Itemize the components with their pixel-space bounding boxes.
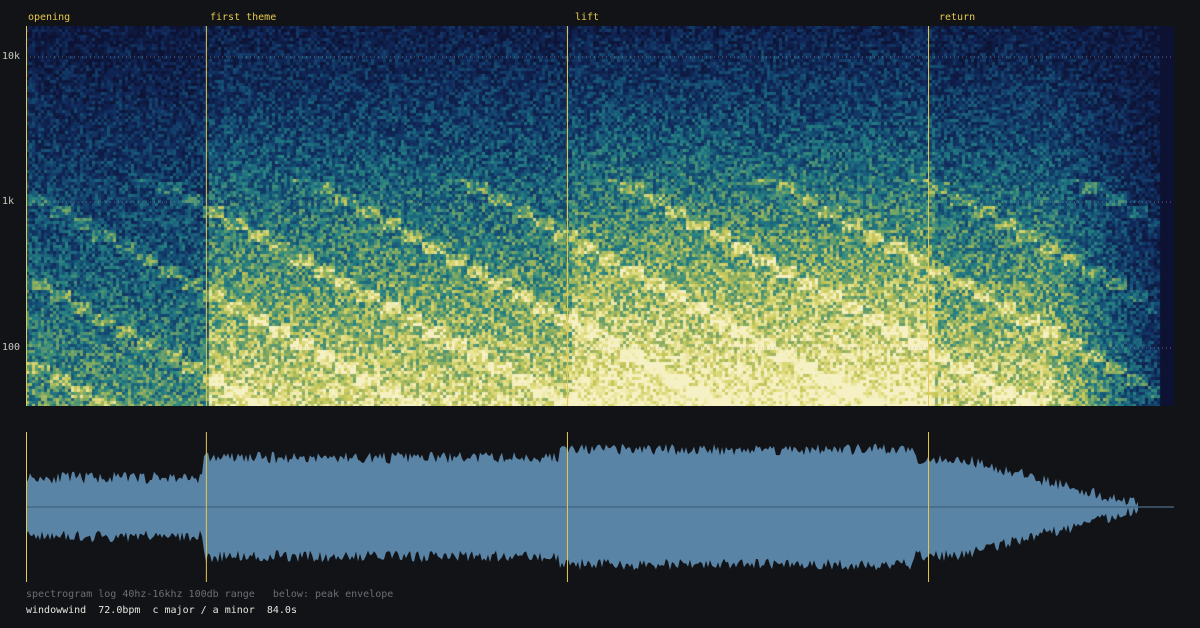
spectrogram-info: spectrogram log 40hz-16khz 100db range b… (26, 589, 394, 600)
section-label-lift: lift (575, 12, 600, 23)
duration-value: 84.0s (266, 605, 297, 616)
section-label-first-theme: first theme (210, 12, 277, 23)
freq-label-10k: 10k (2, 51, 21, 62)
key-value: c major / a minor (152, 605, 255, 616)
spectrogram-panel[interactable] (26, 26, 1174, 406)
freq-label-100: 100 (2, 342, 21, 353)
peak-envelope-chart[interactable] (26, 432, 1174, 582)
track-info: windowwind 72.0bpm c major / a minor 84.… (26, 605, 297, 616)
waveform-panel[interactable] (26, 432, 1174, 582)
freq-label-1k: 1k (2, 196, 15, 207)
track-name: windowwind (26, 605, 87, 616)
tempo-value: 72.0bpm (98, 605, 141, 616)
section-label-opening: opening (28, 12, 71, 23)
section-label-return: return (939, 12, 976, 23)
spectrogram-canvas[interactable] (26, 26, 1174, 406)
